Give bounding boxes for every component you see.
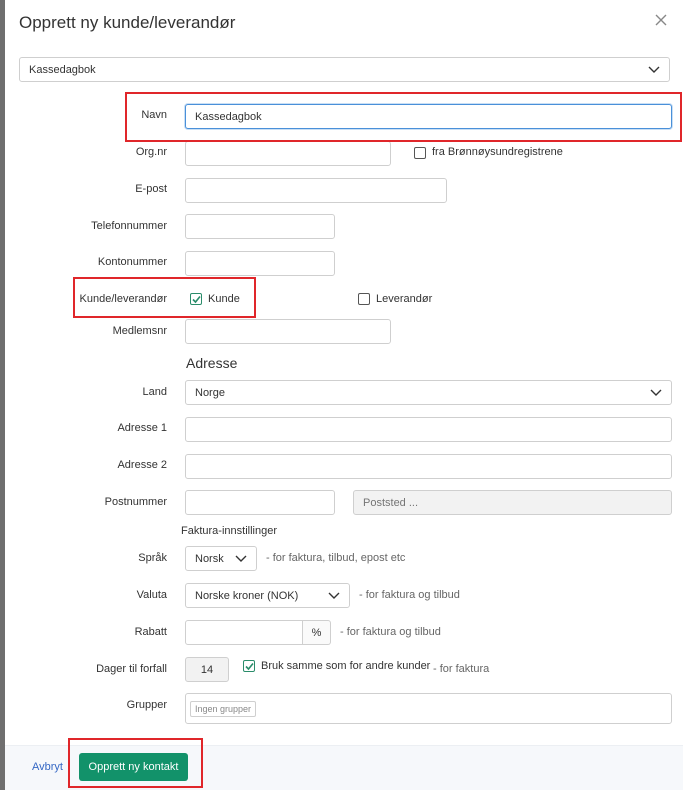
sprak-select[interactable]: Norsk: [185, 546, 257, 571]
leverandor-label: Leverandør: [376, 293, 433, 305]
grupper-input[interactable]: [185, 693, 672, 724]
sprak-label: Språk: [138, 552, 167, 564]
adresse1-input[interactable]: [185, 417, 672, 442]
checkmark-icon: [192, 295, 201, 304]
dager-input: [185, 657, 229, 682]
epost-label: E-post: [135, 183, 167, 195]
orgnr-label: Org.nr: [135, 146, 167, 158]
leverandor-checkbox[interactable]: [358, 293, 370, 305]
valuta-hint: - for faktura og tilbud: [359, 589, 460, 601]
land-label: Land: [142, 386, 167, 398]
telefon-input[interactable]: [185, 214, 335, 239]
land-select-value: Norge: [195, 386, 225, 399]
adresse2-label: Adresse 2: [117, 459, 167, 471]
orgnr-input[interactable]: [185, 141, 391, 166]
rabatt-unit: %: [303, 620, 331, 645]
navn-input[interactable]: [185, 104, 672, 129]
medlemsnr-input[interactable]: [185, 319, 391, 344]
konto-label: Kontonummer: [97, 256, 167, 268]
navn-label: Navn: [141, 109, 167, 121]
address-heading: Adresse: [186, 355, 238, 371]
create-contact-button[interactable]: Opprett ny kontakt: [79, 753, 188, 781]
grupper-label: Grupper: [126, 699, 167, 711]
adresse1-label: Adresse 1: [117, 422, 167, 434]
postnummer-input[interactable]: [185, 490, 335, 515]
dager-label: Dager til forfall: [96, 663, 167, 675]
invoice-heading: Faktura-innstillinger: [181, 525, 277, 537]
epost-input[interactable]: [185, 178, 447, 203]
rabatt-label: Rabatt: [134, 626, 167, 638]
poststed-input: [353, 490, 672, 515]
valuta-select[interactable]: Norske kroner (NOK): [185, 583, 350, 608]
chevron-down-icon: [235, 555, 247, 562]
sprak-hint: - for faktura, tilbud, epost etc: [266, 552, 406, 564]
bronnoysund-checkbox[interactable]: [414, 147, 426, 159]
adresse2-input[interactable]: [185, 454, 672, 479]
konto-input[interactable]: [185, 251, 335, 276]
telefon-label: Telefonnummer: [91, 220, 167, 232]
land-select[interactable]: Norge: [185, 380, 672, 405]
rabatt-hint: - for faktura og tilbud: [340, 626, 441, 638]
bruk-samme-label: Bruk samme som for andre kunder: [261, 660, 431, 672]
close-icon[interactable]: [652, 11, 670, 29]
dialog-title: Opprett ny kunde/leverandør: [19, 13, 236, 32]
sprak-select-value: Norsk: [195, 552, 224, 565]
chevron-down-icon: [328, 592, 340, 599]
valuta-select-value: Norske kroner (NOK): [195, 589, 299, 602]
grupper-tag: Ingen grupper: [190, 701, 257, 717]
template-select[interactable]: Kassedagbok: [19, 57, 670, 82]
template-select-value: Kassedagbok: [29, 63, 96, 76]
rabatt-input[interactable]: [185, 620, 303, 645]
dager-hint: - for faktura: [433, 663, 490, 675]
kunde-checkbox[interactable]: [190, 293, 202, 305]
bronnoysund-label: fra Brønnøysundregistrene: [432, 146, 563, 158]
kundelev-label: Kunde/leverandør: [79, 293, 167, 305]
create-contact-dialog: Opprett ny kunde/leverandør Kassedagbok …: [5, 0, 683, 790]
cancel-button[interactable]: Avbryt: [32, 761, 63, 773]
kunde-label: Kunde: [208, 293, 240, 305]
chevron-down-icon: [648, 66, 660, 73]
postnummer-label: Postnummer: [104, 496, 167, 508]
checkmark-icon: [245, 662, 254, 671]
valuta-label: Valuta: [136, 589, 167, 601]
chevron-down-icon: [650, 389, 662, 396]
bruk-samme-checkbox[interactable]: [243, 660, 255, 672]
medlemsnr-label: Medlemsnr: [112, 325, 167, 337]
